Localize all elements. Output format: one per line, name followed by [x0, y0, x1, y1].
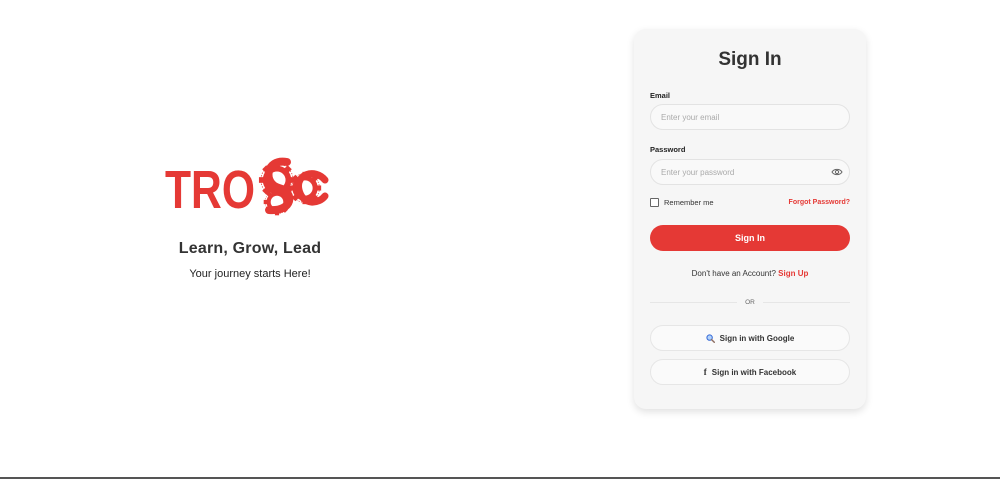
signin-card: Sign In Email Password Remember me Forgo…	[634, 29, 866, 409]
search-icon	[706, 333, 715, 343]
forgot-password-link[interactable]: Forgot Password?	[789, 199, 850, 206]
brand-panel: TRO Learn, Grow, Lead Your journey start…	[150, 150, 350, 280]
sign-up-link[interactable]: Sign Up	[778, 269, 808, 278]
login-page: TRO Learn, Grow, Lead Your journey start…	[0, 0, 1000, 479]
password-label: Password	[650, 145, 686, 154]
eye-icon[interactable]	[831, 166, 843, 178]
no-account-text: Don't have an Account?	[691, 269, 776, 278]
signup-prompt: Don't have an Account? Sign Up	[634, 269, 866, 278]
sign-in-button[interactable]: Sign In	[650, 225, 850, 251]
signin-title: Sign In	[718, 49, 782, 70]
trosc-logo: TRO	[165, 157, 329, 220]
remember-me[interactable]: Remember me	[650, 198, 714, 207]
divider-text: OR	[745, 299, 755, 306]
remember-checkbox[interactable]	[650, 198, 659, 207]
facebook-signin-button[interactable]: f Sign in with Facebook	[650, 359, 850, 385]
logo-wordmark: TRO	[165, 160, 255, 220]
email-field[interactable]	[650, 104, 850, 130]
facebook-signin-label: Sign in with Facebook	[711, 367, 797, 377]
email-label: Email	[650, 91, 671, 100]
divider-line-right	[762, 302, 850, 303]
divider-line-left	[650, 302, 738, 303]
remember-label: Remember me	[664, 198, 714, 207]
password-field[interactable]	[650, 159, 850, 185]
brand-subtagline: Your journey starts Here!	[189, 268, 311, 280]
or-divider: OR	[650, 299, 850, 306]
brand-tagline: Learn, Grow, Lead	[178, 240, 322, 257]
google-signin-label: Sign in with Google	[719, 333, 795, 343]
google-signin-button[interactable]: Sign in with Google	[650, 325, 850, 351]
facebook-icon: f	[703, 367, 707, 377]
